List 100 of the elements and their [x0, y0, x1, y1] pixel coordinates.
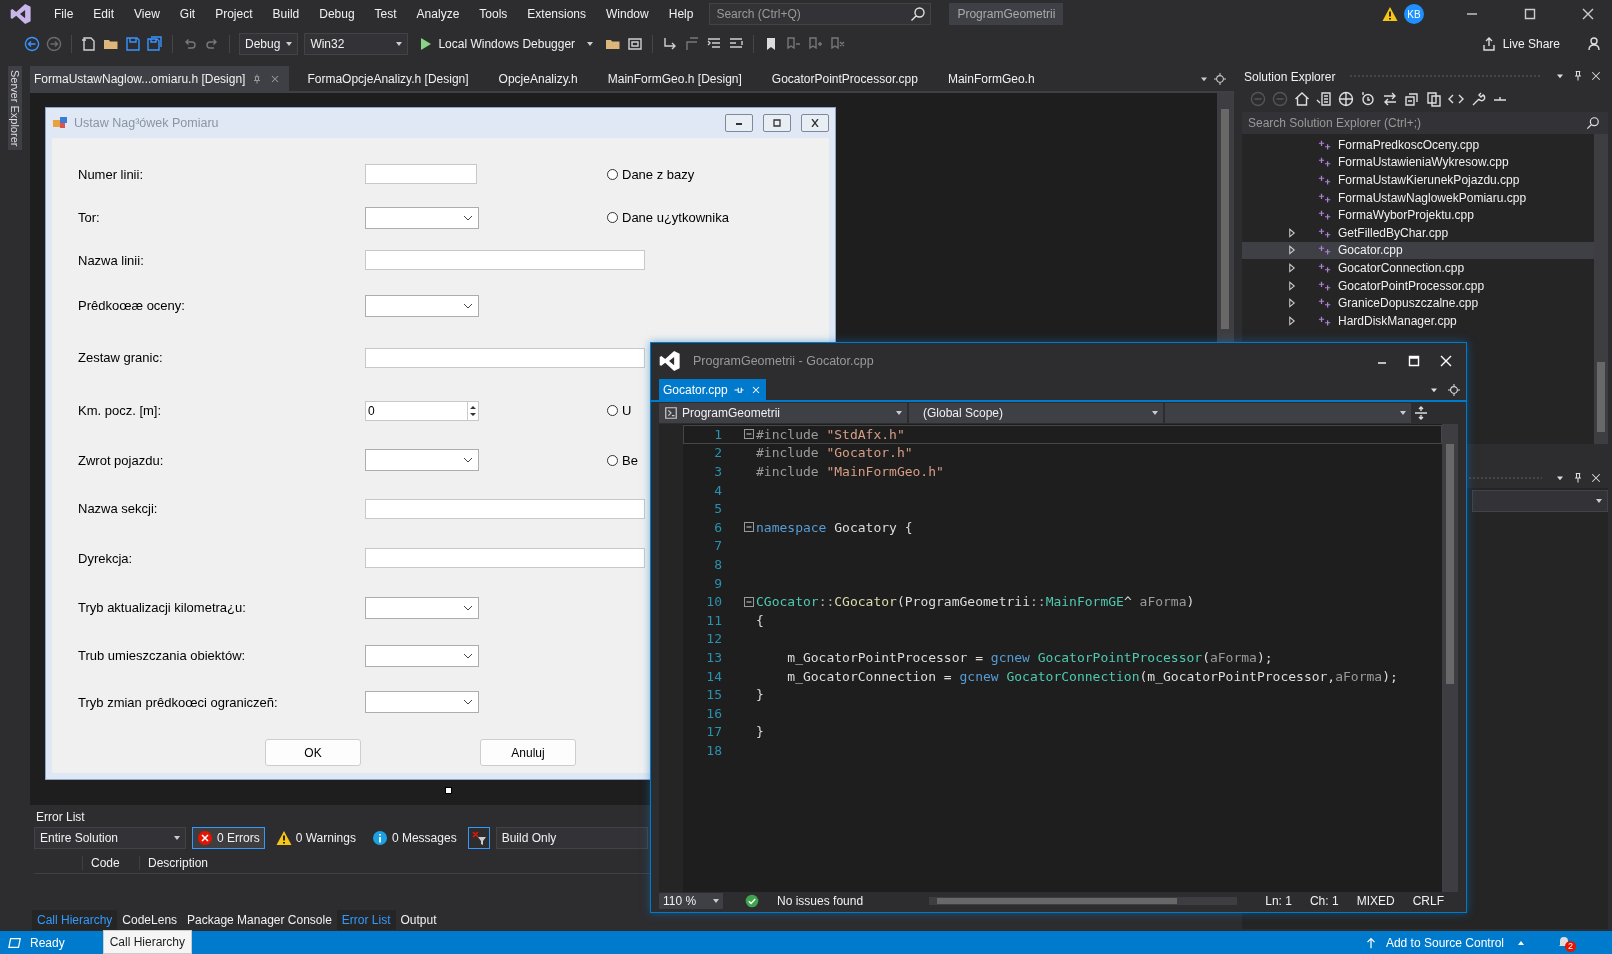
new-item-icon[interactable] — [81, 36, 97, 52]
menu-item[interactable]: Project — [205, 7, 263, 21]
close-icon[interactable] — [1590, 70, 1602, 82]
configuration-dropdown[interactable]: Debug — [239, 33, 299, 55]
project-dropdown[interactable]: ProgramGeometrii — [659, 403, 907, 423]
expand-icon[interactable] — [1286, 226, 1298, 239]
close-button[interactable] — [801, 114, 829, 132]
scrollbar-thumb[interactable] — [1597, 362, 1605, 432]
tree-item[interactable]: FormaPredkoscOceny.cpp — [1242, 136, 1594, 154]
panel-tab[interactable]: Output — [395, 909, 442, 930]
document-tab[interactable]: MainFormGeo.h — [943, 66, 1057, 91]
menu-item[interactable]: View — [124, 7, 170, 21]
server-explorer-tab[interactable]: Server Explorer — [8, 66, 22, 151]
line-endings-indicator[interactable]: CRLF — [1412, 894, 1444, 908]
expand-icon[interactable] — [1286, 297, 1298, 310]
resize-handle[interactable] — [445, 787, 452, 794]
menu-item[interactable]: Extensions — [517, 7, 597, 21]
menu-item[interactable]: Help — [658, 7, 704, 21]
save-icon[interactable] — [125, 36, 141, 52]
menu-item[interactable]: Debug — [309, 7, 365, 21]
close-icon[interactable] — [1590, 472, 1602, 484]
text-field[interactable] — [365, 164, 477, 184]
menu-item[interactable]: Edit — [83, 7, 125, 21]
minimize-button[interactable] — [725, 114, 753, 132]
menu-item[interactable]: File — [44, 7, 84, 21]
tree-item[interactable]: FormaWyborProjektu.cpp — [1242, 206, 1594, 224]
collapse-icon[interactable] — [744, 429, 754, 440]
source-control-button[interactable]: Add to Source Control — [1357, 934, 1530, 951]
menu-item[interactable]: Build — [262, 7, 310, 21]
menu-item[interactable]: Window — [596, 7, 659, 21]
save-all-icon[interactable] — [147, 36, 163, 52]
bookmark-prev-icon[interactable] — [785, 36, 802, 52]
document-tab[interactable]: MainFormGeo.h [Design] — [603, 66, 764, 91]
scrollbar-thumb[interactable] — [1446, 444, 1454, 684]
expand-icon[interactable] — [1286, 244, 1298, 257]
panel-tab[interactable]: CodeLens — [117, 909, 183, 930]
expand-icon[interactable] — [1286, 261, 1298, 274]
collapse-icon[interactable] — [1404, 91, 1420, 107]
sync-icon[interactable] — [1382, 91, 1398, 107]
text-field[interactable] — [365, 347, 645, 368]
tree-item[interactable]: GocatorConnection.cpp — [1242, 259, 1594, 277]
scrollbar-thumb[interactable] — [1221, 109, 1229, 329]
radio-button[interactable]: Dane u¿ytkownika — [607, 210, 729, 225]
text-field[interactable] — [365, 498, 645, 519]
solution-icon[interactable] — [1316, 91, 1332, 107]
zoom-dropdown[interactable]: 110 % — [659, 893, 724, 909]
text-field[interactable] — [365, 250, 645, 270]
collapse-icon[interactable] — [744, 596, 754, 607]
tree-item[interactable]: FormaUstawKierunekPojazdu.cpp — [1242, 171, 1594, 189]
editor-window[interactable] — [650, 342, 1467, 913]
dialog-button[interactable]: Anuluj — [480, 739, 576, 766]
search-input[interactable]: Search Solution Explorer (Ctrl+;) — [1242, 116, 1586, 130]
search-icon[interactable] — [1586, 116, 1600, 130]
menu-item[interactable]: Test — [364, 7, 407, 21]
document-tab[interactable]: OpcjeAnalizy.h — [494, 66, 600, 91]
line-indicator[interactable]: Ln: 1 — [1265, 894, 1292, 908]
tree-item[interactable]: FormaUstawieniaWykresow.cpp — [1242, 153, 1594, 172]
column-header[interactable]: Code — [82, 856, 139, 870]
tree-item[interactable]: GocatorPointProcessor.cpp — [1242, 276, 1594, 295]
radio-button[interactable]: Be — [607, 452, 638, 468]
maximize-icon[interactable] — [1522, 6, 1538, 22]
screenshot-icon[interactable] — [627, 36, 644, 52]
notifications-button[interactable]: 2 — [1556, 932, 1578, 953]
maximize-button[interactable] — [763, 114, 791, 132]
search-icon[interactable] — [910, 6, 927, 22]
clear-filter-button[interactable] — [467, 827, 490, 849]
search-input[interactable]: Search (Ctrl+Q) — [710, 7, 911, 21]
document-tab[interactable]: GocatorPointProcessor.cpp — [767, 66, 940, 91]
feedback-icon[interactable] — [1586, 36, 1602, 52]
search-field[interactable]: Search (Ctrl+Q) — [709, 3, 932, 25]
wrench-icon[interactable] — [1470, 91, 1486, 107]
collapse-icon[interactable] — [744, 522, 754, 533]
globe-icon[interactable] — [1338, 91, 1354, 107]
indentation-indicator[interactable]: MIXED — [1356, 894, 1395, 908]
issues-status[interactable]: No issues found — [777, 894, 864, 908]
live-share-button[interactable]: Live Share — [1474, 35, 1566, 53]
forward-icon[interactable] — [46, 36, 62, 52]
tree-item[interactable]: GetFilledByChar.cpp — [1242, 223, 1594, 242]
text-field[interactable] — [365, 548, 645, 568]
scope-dropdown[interactable]: Entire Solution — [34, 827, 186, 849]
copy-icon[interactable] — [1426, 91, 1442, 107]
build-filter-dropdown[interactable]: Build Only — [495, 827, 648, 849]
scope-dropdown[interactable]: (Global Scope) — [909, 403, 1163, 423]
panel-tab[interactable]: Error List — [336, 909, 396, 930]
tree-item[interactable]: Gocator.cpp — [1242, 241, 1594, 260]
menu-item[interactable]: Analyze — [406, 7, 470, 21]
scrollbar-thumb[interactable] — [937, 898, 1178, 904]
history-icon[interactable] — [1360, 91, 1376, 107]
tree-item[interactable]: HardDiskManager.cpp — [1242, 311, 1594, 330]
dialog-button[interactable]: OK — [265, 739, 361, 766]
split-icon[interactable] — [1413, 405, 1429, 421]
close-icon[interactable] — [1438, 353, 1454, 369]
filter-button[interactable]: 0 Warnings — [270, 827, 361, 849]
radio-button[interactable]: U — [607, 403, 632, 418]
search-field[interactable]: Search Solution Explorer (Ctrl+;) — [1242, 112, 1608, 134]
back-icon[interactable] — [24, 36, 40, 52]
platform-dropdown[interactable]: Win32 — [304, 33, 409, 55]
expand-icon[interactable] — [1286, 279, 1298, 292]
expand-icon[interactable] — [1286, 314, 1298, 327]
column-indicator[interactable]: Ch: 1 — [1309, 894, 1339, 908]
